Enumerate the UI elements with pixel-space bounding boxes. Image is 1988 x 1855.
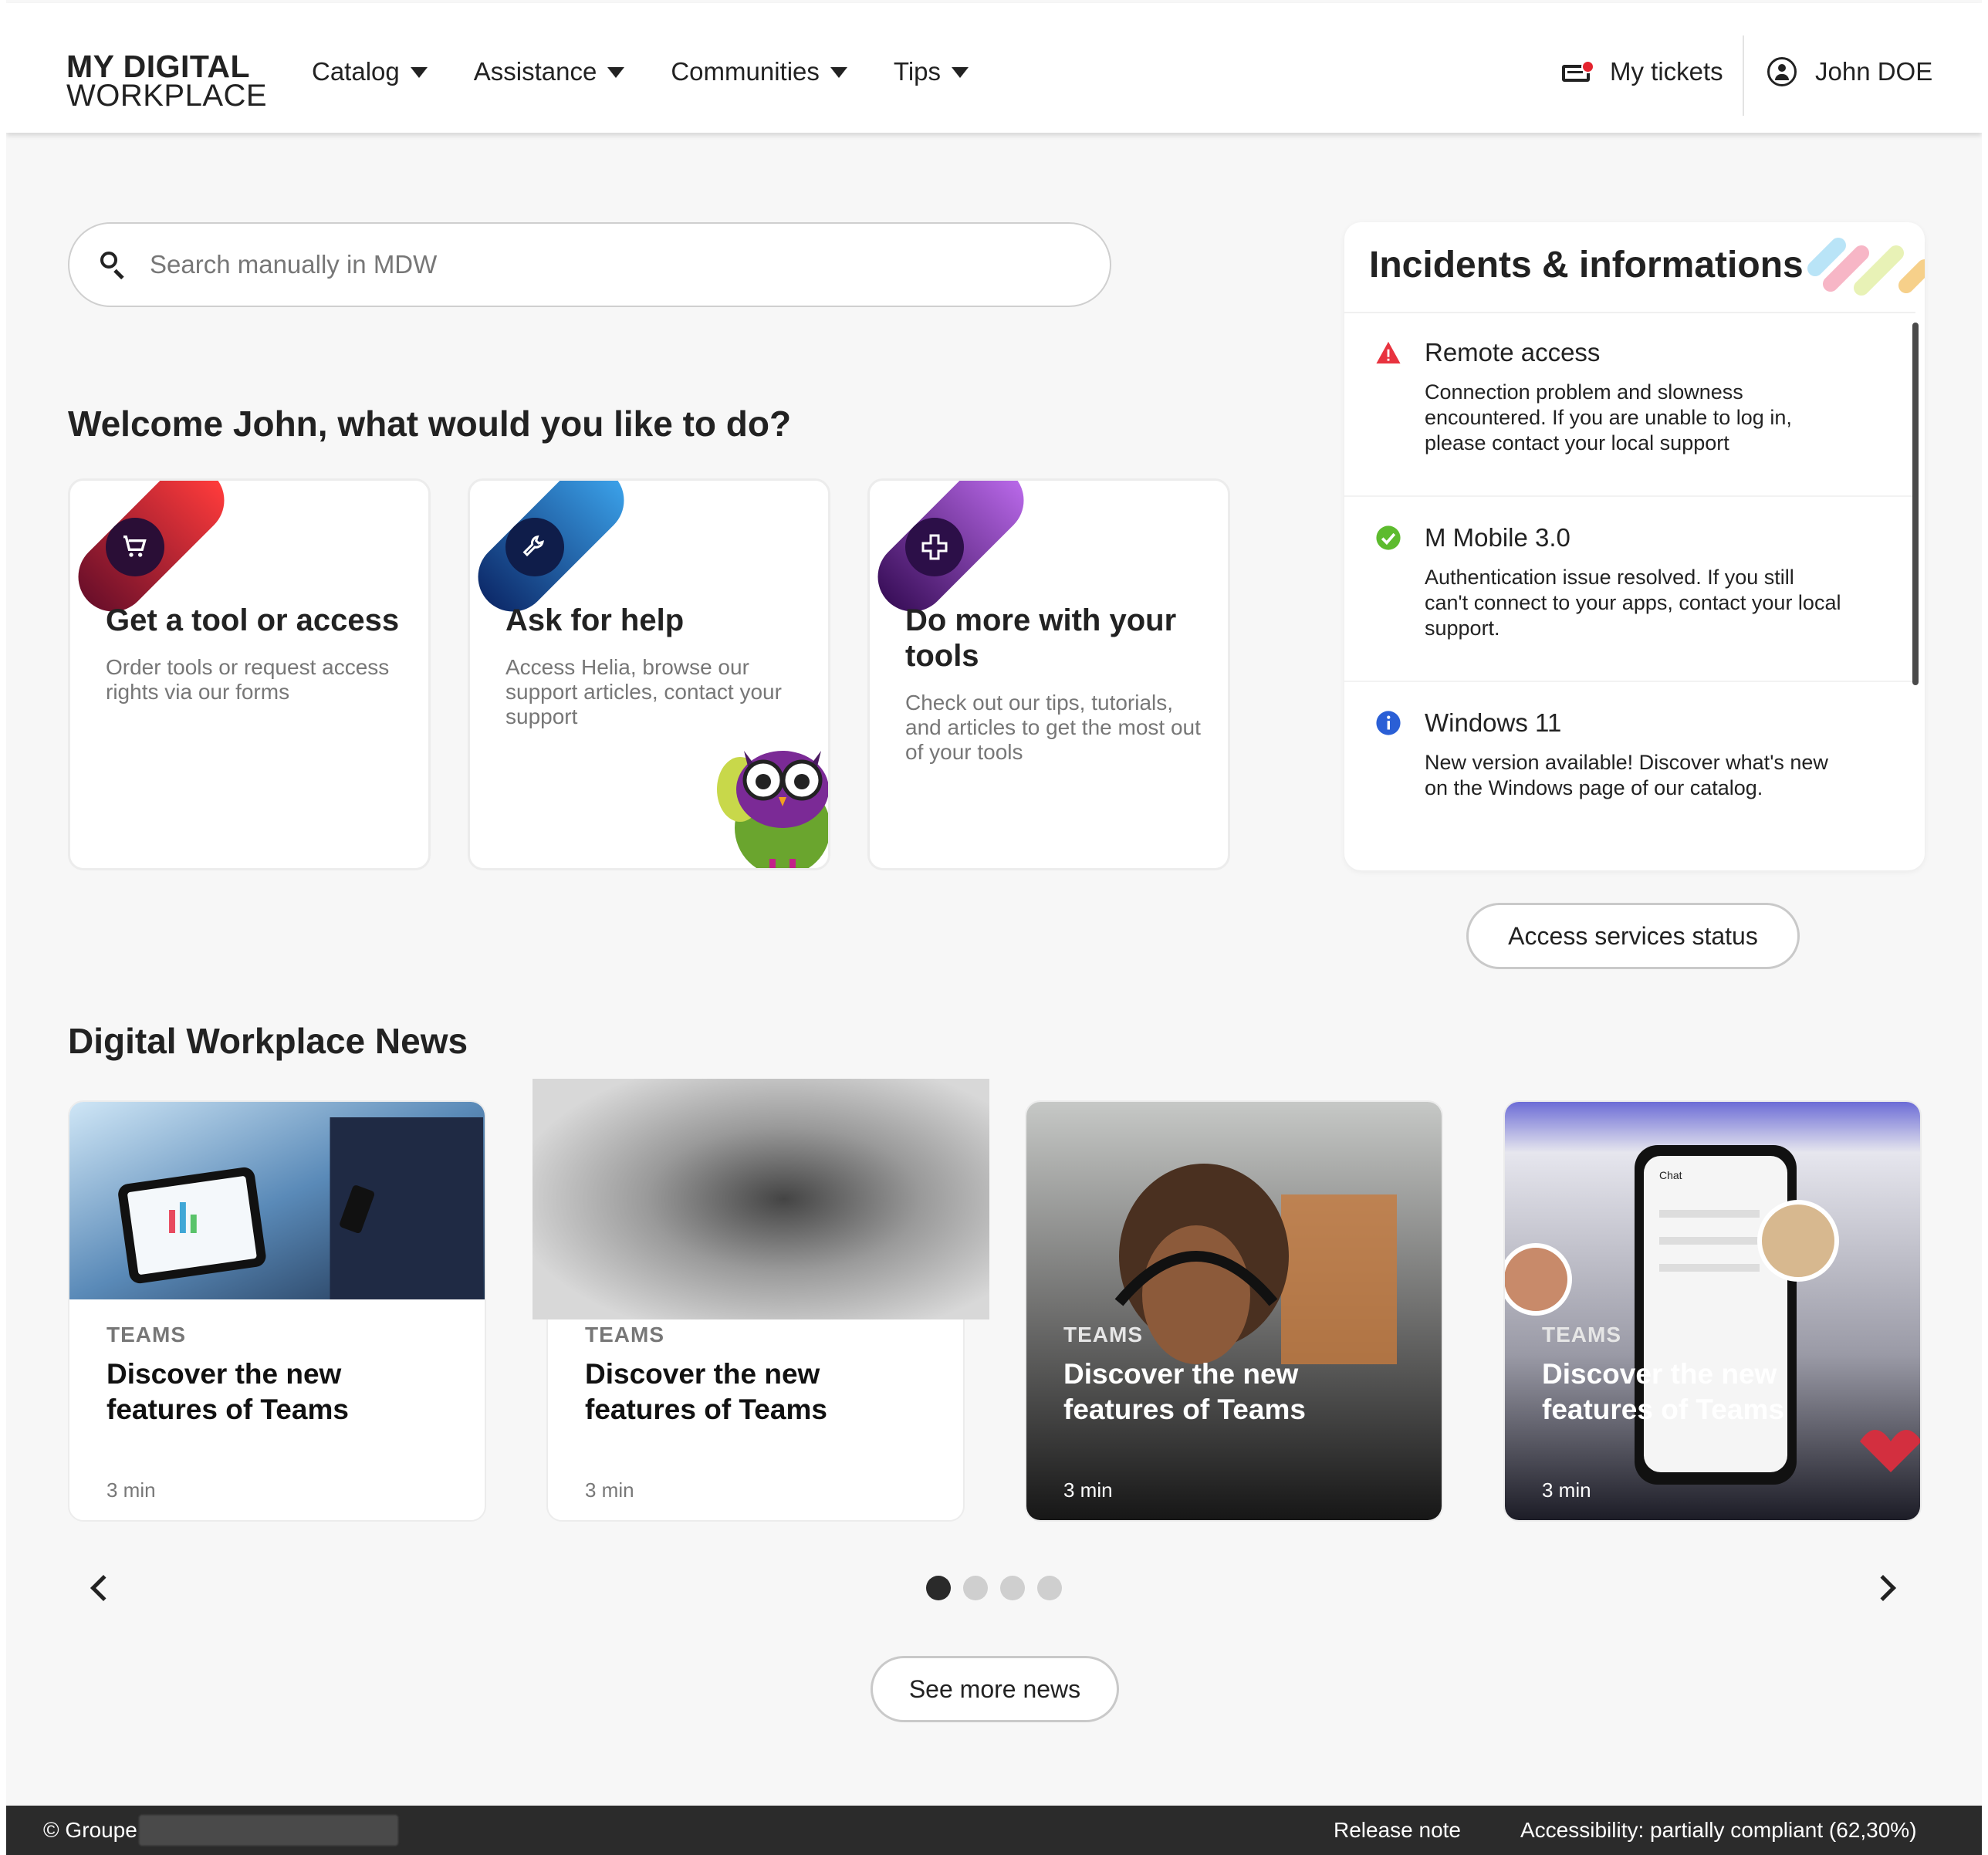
caret-down-icon (410, 67, 428, 78)
action-card-title: Ask for help (505, 603, 685, 637)
caret-down-icon (607, 67, 625, 78)
incidents-title: Incidents & informations (1369, 245, 1804, 286)
chevron-right-icon (1870, 1575, 1896, 1601)
news-image-tablet (69, 1102, 485, 1299)
user-menu[interactable]: John DOE (1767, 57, 1932, 86)
news-title: Discover the new features of Teams (106, 1358, 349, 1425)
incident-title: Remote access (1425, 338, 1601, 367)
news-image-blurred (532, 1079, 989, 1319)
news-card[interactable]: TEAMS Discover the new features of Teams… (68, 1100, 486, 1522)
search-input[interactable] (148, 249, 1000, 280)
nav-tips-label: Tips (893, 57, 942, 86)
action-card-get-tool[interactable]: Get a tool or access Order tools or requ… (68, 478, 431, 870)
news-card[interactable]: Chat TEAMS Discover the new features of … (1503, 1100, 1922, 1522)
nav-communities[interactable]: Communities (671, 57, 847, 86)
incident-description: Connection problem and slowness encounte… (1425, 380, 1792, 454)
news-duration: 3 min (1063, 1478, 1113, 1502)
user-avatar-icon (1767, 57, 1797, 86)
news-title: Discover the new features of Teams (1063, 1358, 1306, 1425)
incident-item[interactable]: Remote access Connection problem and slo… (1344, 316, 1915, 489)
notification-dot (1581, 60, 1594, 73)
svg-text:Chat: Chat (1659, 1169, 1682, 1181)
carousel-dot-4[interactable] (1037, 1576, 1062, 1600)
carousel-dot-2[interactable] (963, 1576, 988, 1600)
action-card-description: Access Helia, browse our support article… (505, 655, 782, 728)
decorative-strokes-icon (1807, 238, 1925, 296)
plus-icon (905, 518, 964, 576)
ticket-icon (1562, 60, 1594, 83)
news-category: TEAMS (1063, 1323, 1143, 1346)
news-category: TEAMS (585, 1323, 664, 1346)
see-more-news-button[interactable]: See more news (871, 1656, 1119, 1722)
carousel-prev-button[interactable] (86, 1574, 117, 1605)
incidents-panel: Incidents & informations Remote access C… (1344, 222, 1925, 870)
carousel-dot-1[interactable] (926, 1576, 951, 1600)
news-category: TEAMS (106, 1323, 186, 1346)
redacted-company-name (139, 1815, 398, 1846)
incident-title: M Mobile 3.0 (1425, 523, 1570, 552)
nav-tips[interactable]: Tips (894, 57, 969, 86)
carousel-next-button[interactable] (1870, 1574, 1903, 1605)
action-card-description: Order tools or request access rights via… (106, 655, 390, 704)
header-divider (1743, 35, 1744, 116)
search-bar[interactable] (68, 222, 1111, 307)
incident-description: New version available! Discover what's n… (1425, 751, 1828, 799)
news-category: TEAMS (1542, 1323, 1621, 1346)
nav-communities-label: Communities (671, 57, 820, 86)
my-tickets-link[interactable]: My tickets (1562, 57, 1723, 86)
incident-title: Windows 11 (1425, 708, 1562, 737)
footer-copyright: © Groupe (43, 1818, 137, 1842)
action-card-description: Check out our tips, tutorials, and artic… (905, 691, 1201, 764)
news-card[interactable]: TEAMS Discover the new features of Teams… (1025, 1100, 1443, 1522)
owl-mascot-icon (717, 751, 828, 868)
news-section-title: Digital Workplace News (68, 1021, 468, 1061)
incident-description: Authentication issue resolved. If you st… (1425, 566, 1841, 640)
action-card-title: Do more with your tools (905, 603, 1177, 673)
footer: © Groupe Release note Accessibility: par… (6, 1806, 1982, 1855)
caret-down-icon (952, 67, 969, 78)
user-name: John DOE (1815, 57, 1933, 86)
top-header: MY DIGITAL WORKPLACE Catalog Assistance … (6, 3, 1982, 133)
news-image-headset-woman (1026, 1102, 1442, 1520)
my-tickets-label: My tickets (1610, 57, 1723, 86)
brand-logo[interactable]: MY DIGITAL WORKPLACE (66, 49, 268, 113)
page: MY DIGITAL WORKPLACE Catalog Assistance … (6, 0, 1982, 1855)
action-card-ask-help[interactable]: Ask for help Access Helia, browse our su… (468, 478, 830, 870)
action-card-title: Get a tool or access (106, 603, 400, 637)
news-image-phone-chat: Chat (1505, 1102, 1920, 1520)
accessibility-link[interactable]: Accessibility: partially compliant (62,3… (1520, 1818, 1917, 1843)
incident-item[interactable]: Windows 11 New version available! Discov… (1344, 687, 1915, 860)
search-icon (100, 252, 127, 280)
release-note-link[interactable]: Release note (1334, 1818, 1461, 1843)
brand-line-1: MY DIGITAL (66, 49, 251, 84)
news-duration: 3 min (1542, 1478, 1591, 1502)
wrench-icon (505, 518, 564, 576)
welcome-heading: Welcome John, what would you like to do? (68, 404, 792, 444)
access-services-status-button[interactable]: Access services status (1466, 903, 1800, 969)
incidents-scrollbar[interactable] (1912, 323, 1919, 685)
action-card-do-more[interactable]: Do more with your tools Check out our ti… (867, 478, 1230, 870)
caret-down-icon (830, 67, 847, 78)
warning-icon (1376, 341, 1401, 364)
carousel-pagination (926, 1576, 1074, 1600)
news-title: Discover the new features of Teams (1542, 1358, 1784, 1425)
news-duration: 3 min (585, 1478, 634, 1502)
news-duration: 3 min (106, 1478, 156, 1502)
info-icon (1376, 711, 1401, 735)
nav-catalog-label: Catalog (312, 57, 400, 86)
carousel-dot-3[interactable] (1000, 1576, 1025, 1600)
nav-catalog[interactable]: Catalog (312, 57, 428, 86)
nav-assistance-label: Assistance (473, 57, 597, 86)
news-title: Discover the new features of Teams (585, 1358, 827, 1425)
check-icon (1376, 525, 1401, 550)
chevron-left-icon (90, 1575, 117, 1601)
cart-icon (106, 518, 164, 576)
brand-line-2: WORKPLACE (66, 79, 268, 113)
nav-assistance[interactable]: Assistance (474, 57, 625, 86)
incident-item[interactable]: M Mobile 3.0 Authentication issue resolv… (1344, 502, 1915, 674)
main-nav: Catalog Assistance Communities Tips (312, 57, 969, 86)
